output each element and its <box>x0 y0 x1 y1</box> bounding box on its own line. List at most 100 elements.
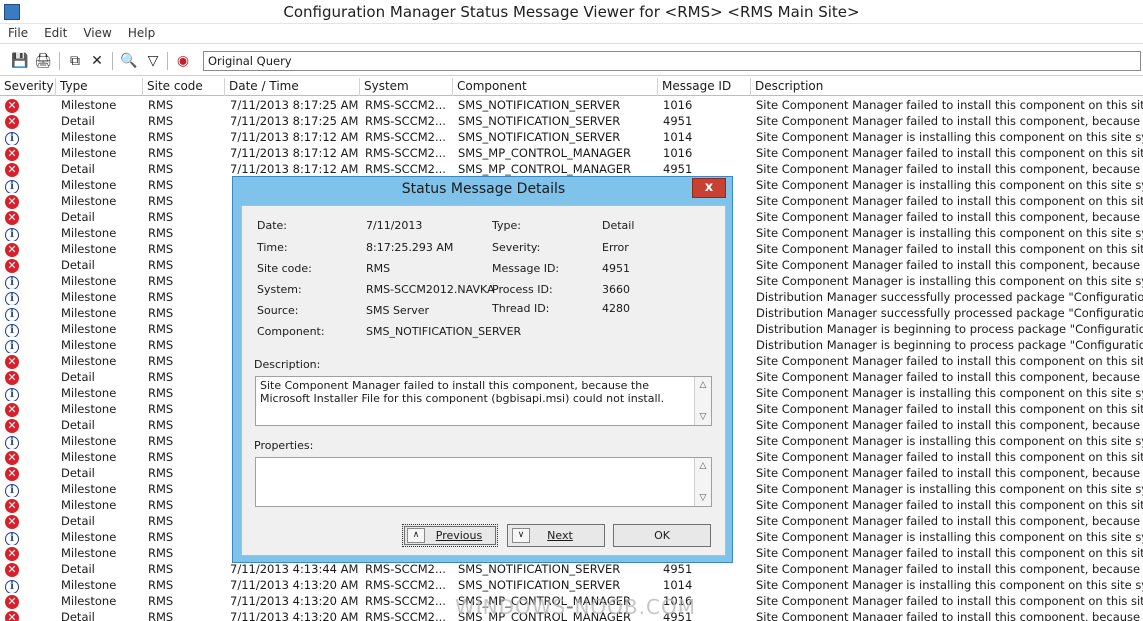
scroll-down-icon[interactable]: ▽ <box>695 491 711 505</box>
query-field[interactable]: Original Query <box>203 51 1141 71</box>
severity-cell: ✕ <box>3 353 21 369</box>
close-button[interactable]: x <box>692 178 726 198</box>
menu-edit[interactable]: Edit <box>36 24 75 40</box>
site-code-cell: RMS <box>148 322 174 336</box>
menu-help[interactable]: Help <box>120 24 163 40</box>
description-cell: Distribution Manager successfully proces… <box>756 306 1143 320</box>
system-cell: RMS-SCCM2... <box>365 114 446 128</box>
source-value: SMS Server <box>366 304 430 317</box>
previous-button-label: Previous <box>435 529 483 542</box>
severity-cell: ✕ <box>3 449 21 465</box>
date-time-cell: 7/11/2013 4:13:20 AM <box>230 578 358 592</box>
date-time-cell: 7/11/2013 8:17:12 AM <box>230 130 358 144</box>
copy-icon[interactable]: ⧉ <box>66 52 84 70</box>
column-header-message-id[interactable]: Message ID <box>658 78 751 96</box>
error-icon: ✕ <box>5 611 19 621</box>
column-header-description[interactable]: Description <box>751 78 1143 96</box>
system-cell: RMS-SCCM2... <box>365 162 446 176</box>
column-header-component[interactable]: Component <box>453 78 658 96</box>
info-icon: i <box>5 484 19 497</box>
site-code-cell: RMS <box>148 354 174 368</box>
type-cell: Milestone <box>61 98 117 112</box>
menu-view[interactable]: View <box>75 24 119 40</box>
description-textbox[interactable]: Site Component Manager failed to install… <box>255 376 712 426</box>
next-button[interactable]: ∨ Next <box>507 524 605 547</box>
info-icon: i <box>5 276 19 289</box>
table-row[interactable]: ✕ Milestone RMS 7/11/2013 8:17:12 AM RMS-SCC… <box>0 145 1143 161</box>
type-cell: Detail <box>61 418 95 432</box>
description-cell: Site Component Manager is installing thi… <box>756 482 1143 496</box>
column-header-site-code[interactable]: Site code <box>143 78 225 96</box>
properties-textbox[interactable]: △ ▽ <box>255 457 712 507</box>
previous-button[interactable]: ∧ Previous <box>402 524 498 547</box>
table-row[interactable]: i Milestone RMS 7/11/2013 4:13:20 AM RMS-SCC… <box>0 577 1143 593</box>
description-cell: Site Component Manager failed to install… <box>756 98 1143 112</box>
column-header-type[interactable]: Type <box>56 78 143 96</box>
type-cell: Milestone <box>61 194 117 208</box>
site-code-cell: RMS <box>148 498 174 512</box>
column-header-severity[interactable]: Severity <box>0 78 56 96</box>
watermark: WINDOWS-NOOB.COM <box>455 595 696 619</box>
system-label: System: <box>257 283 302 296</box>
scroll-up-icon[interactable]: △ <box>695 378 711 392</box>
type-cell: Milestone <box>61 290 117 304</box>
description-cell: Distribution Manager is beginning to pro… <box>756 322 1143 336</box>
properties-label: Properties: <box>254 439 314 452</box>
severity-cell: ✕ <box>3 161 21 177</box>
site-code-cell: RMS <box>148 370 174 384</box>
print-icon[interactable]: 🖨 <box>34 52 52 70</box>
error-icon: ✕ <box>5 467 19 481</box>
description-cell: Site Component Manager failed to install… <box>756 210 1143 224</box>
system-cell: RMS-SCCM2... <box>365 130 446 144</box>
properties-scrollbar[interactable]: △ ▽ <box>694 458 711 506</box>
scroll-up-icon[interactable]: △ <box>695 459 711 473</box>
table-row[interactable]: ✕ Detail RMS 7/11/2013 8:17:25 AM RMS-SCCM2.… <box>0 113 1143 129</box>
column-header-date-time[interactable]: Date / Time <box>225 78 360 96</box>
system-cell: RMS-SCCM2... <box>365 578 446 592</box>
description-cell: Site Component Manager failed to install… <box>756 594 1143 608</box>
type-cell: Milestone <box>61 402 117 416</box>
menu-file[interactable]: File <box>0 24 36 40</box>
component-cell: SMS_MP_CONTROL_MANAGER <box>458 162 632 176</box>
description-scrollbar[interactable]: △ ▽ <box>694 377 711 425</box>
description-cell: Site Component Manager is installing thi… <box>756 130 1143 144</box>
thread-id-label: Thread ID: <box>492 302 550 315</box>
site-code-cell: RMS <box>148 114 174 128</box>
table-row[interactable]: ✕ Milestone RMS 7/11/2013 8:17:25 AM RMS-SCC… <box>0 97 1143 113</box>
description-text: Site Component Manager failed to install… <box>260 379 665 405</box>
type-cell: Milestone <box>61 450 117 464</box>
severity-cell: i <box>3 481 21 497</box>
date-value: 7/11/2013 <box>366 219 423 232</box>
scroll-down-icon[interactable]: ▽ <box>695 410 711 424</box>
severity-cell: ✕ <box>3 417 21 433</box>
toolbar-separator <box>59 52 60 70</box>
table-row[interactable]: ✕ Detail RMS 7/11/2013 4:13:44 AM RMS-SCCM2.… <box>0 561 1143 577</box>
severity-cell: i <box>3 385 21 401</box>
site-code-cell: RMS <box>148 402 174 416</box>
site-code-cell: RMS <box>148 130 174 144</box>
find-icon[interactable]: 🔍 <box>120 52 138 70</box>
stop-icon[interactable]: ◉ <box>174 52 192 70</box>
message-id-cell: 4951 <box>663 114 693 128</box>
type-cell: Detail <box>61 258 95 272</box>
description-cell: Site Component Manager failed to install… <box>756 242 1143 256</box>
save-icon[interactable]: 💾 <box>11 52 29 70</box>
column-header-system[interactable]: System <box>360 78 453 96</box>
severity-cell: i <box>3 305 21 321</box>
ok-button[interactable]: OK <box>613 524 711 547</box>
type-cell: Milestone <box>61 434 117 448</box>
error-icon: ✕ <box>5 115 19 129</box>
table-row[interactable]: ✕ Detail RMS 7/11/2013 8:17:12 AM RMS-SCCM2.… <box>0 161 1143 177</box>
description-cell: Site Component Manager failed to install… <box>756 418 1143 432</box>
filter-icon[interactable]: ▽ <box>144 52 162 70</box>
info-icon: i <box>5 388 19 401</box>
type-cell: Milestone <box>61 226 117 240</box>
type-label: Type: <box>492 219 521 232</box>
delete-icon[interactable]: ✕ <box>88 52 106 70</box>
description-cell: Site Component Manager failed to install… <box>756 162 1143 176</box>
table-row[interactable]: i Milestone RMS 7/11/2013 8:17:12 AM RMS-SCC… <box>0 129 1143 145</box>
type-cell: Milestone <box>61 146 117 160</box>
system-cell: RMS-SCCM2... <box>365 146 446 160</box>
message-id-cell: 1014 <box>663 130 693 144</box>
date-label: Date: <box>257 219 287 232</box>
